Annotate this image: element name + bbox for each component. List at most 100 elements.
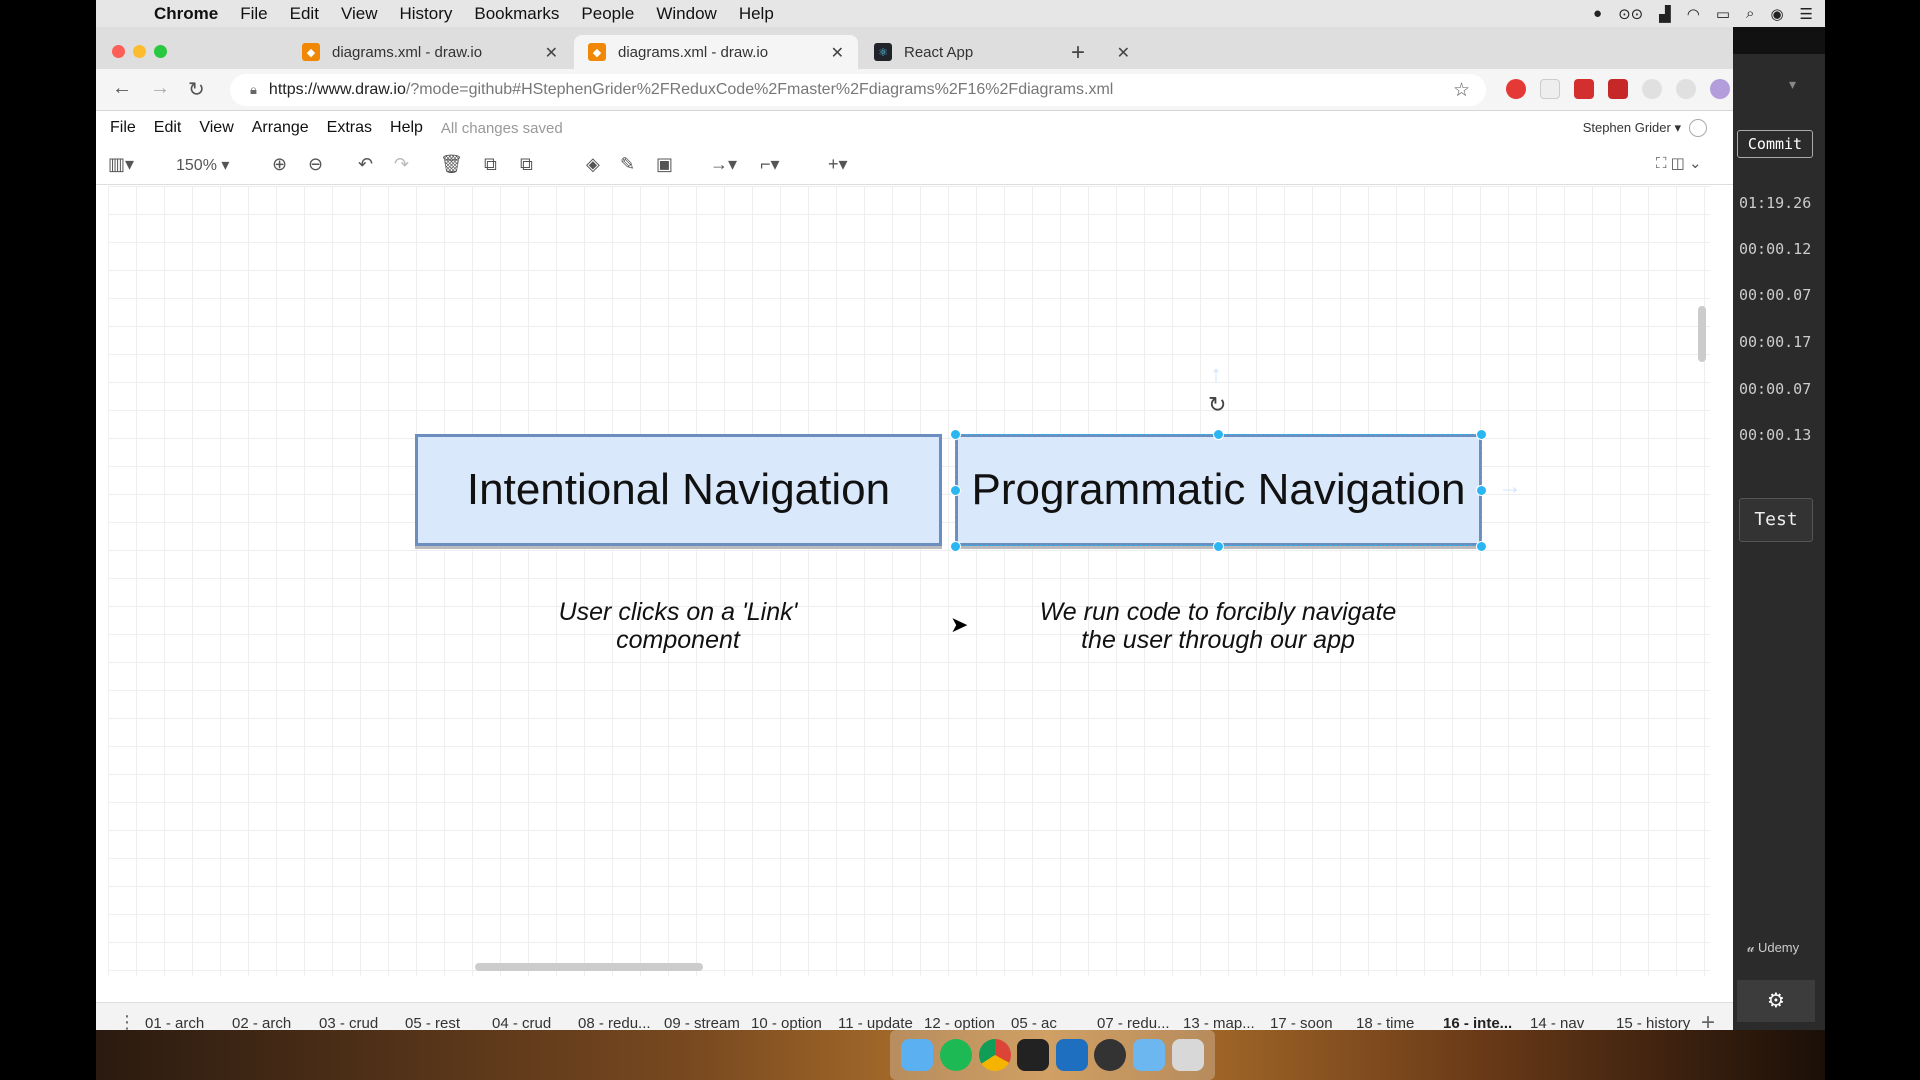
vertical-scrollbar[interactable]	[1698, 306, 1706, 362]
bookmark-star-icon[interactable]: ☆	[1453, 79, 1470, 102]
resize-handle[interactable]	[950, 485, 961, 496]
page-tab[interactable]: 17 - soon	[1270, 1015, 1333, 1030]
page-tab-active[interactable]: 16 - inte...	[1443, 1015, 1512, 1030]
rotate-handle-icon[interactable]: ↻	[1208, 392, 1226, 418]
resize-handle[interactable]	[1476, 429, 1487, 440]
settings-gear-icon[interactable]: ⚙	[1737, 980, 1815, 1022]
minimize-window-button[interactable]	[133, 45, 146, 58]
to-front-icon[interactable]: ⧉	[484, 154, 497, 175]
zoom-out-icon[interactable]: ⊖	[308, 154, 323, 175]
page-tab[interactable]: 04 - crud	[492, 1015, 551, 1030]
back-arrow-icon[interactable]: ←	[112, 77, 132, 100]
zoom-select[interactable]: 150% ▾	[176, 155, 229, 175]
page-tab[interactable]: 18 - time	[1356, 1015, 1414, 1030]
connect-arrow-right-icon[interactable]: →	[1498, 473, 1522, 501]
vscode-icon[interactable]	[1055, 1039, 1088, 1071]
shadow-icon[interactable]: ▣	[656, 154, 673, 175]
tab-react-app[interactable]: ⚛ React App ✕	[860, 35, 1144, 69]
page-tab[interactable]: 11 - update	[838, 1015, 913, 1030]
wifi-icon[interactable]: ◠	[1687, 5, 1700, 23]
finder-icon[interactable]	[901, 1039, 934, 1071]
language-globe-icon[interactable]	[1689, 119, 1707, 137]
page-tab[interactable]: 12 - option	[924, 1015, 995, 1030]
close-window-button[interactable]	[112, 45, 125, 58]
tab-drawio-1[interactable]: ◆ diagrams.xml - draw.io ✕	[288, 35, 572, 69]
page-tab[interactable]: 03 - crud	[319, 1015, 378, 1030]
forward-arrow-icon[interactable]: →	[150, 77, 170, 100]
page-tab[interactable]: 14 - nav	[1530, 1015, 1584, 1030]
to-back-icon[interactable]: ⧉	[520, 154, 533, 175]
waypoints-icon[interactable]: ⌐▾	[760, 154, 780, 175]
tab-drawio-2[interactable]: ◆ diagrams.xml - draw.io ✕	[574, 35, 858, 69]
menu-people[interactable]: People	[581, 4, 634, 24]
resize-handle[interactable]	[950, 541, 961, 552]
extension-icon[interactable]	[1676, 79, 1696, 99]
box-intentional-navigation[interactable]: Intentional Navigation	[415, 434, 942, 546]
profile-avatar-icon[interactable]	[1710, 79, 1730, 99]
lock-icon[interactable]: 🔒︎	[250, 82, 257, 98]
drawio-menu-arrange[interactable]: Arrange	[252, 119, 309, 137]
commit-button[interactable]: Commit	[1737, 130, 1813, 158]
app-status-icon[interactable]: ●	[1593, 5, 1602, 22]
glasses-icon[interactable]: ⊙⊙	[1618, 5, 1643, 23]
resize-handle[interactable]	[1213, 541, 1224, 552]
drawio-menu-help[interactable]: Help	[390, 119, 423, 137]
fill-color-icon[interactable]: ◈	[586, 154, 600, 175]
resize-handle[interactable]	[1476, 485, 1487, 496]
folder-icon[interactable]	[1133, 1039, 1166, 1071]
opera-extension-icon[interactable]	[1506, 79, 1526, 99]
connect-arrow-up-icon[interactable]: ↑	[1210, 361, 1222, 389]
redo-icon[interactable]: ↷	[394, 154, 409, 175]
menu-chrome[interactable]: Chrome	[154, 4, 218, 24]
drawio-menu-file[interactable]: File	[110, 119, 136, 137]
close-icon[interactable]: ✕	[1117, 43, 1130, 63]
page-tab[interactable]: 02 - arch	[232, 1015, 291, 1030]
css-extension-icon[interactable]	[1540, 79, 1560, 99]
menu-bookmarks[interactable]: Bookmarks	[474, 4, 559, 24]
reload-icon[interactable]: ↻	[188, 77, 205, 102]
caption-intentional[interactable]: User clicks on a 'Link' component	[488, 598, 868, 654]
undo-icon[interactable]: ↶	[358, 154, 373, 175]
delete-icon[interactable]: 🗑︎	[440, 154, 463, 175]
chrome-icon[interactable]	[978, 1039, 1011, 1071]
zoom-in-icon[interactable]: ⊕	[272, 154, 287, 175]
ublock-extension-icon[interactable]	[1608, 79, 1628, 99]
page-tab[interactable]: 05 - ac	[1011, 1015, 1057, 1030]
pages-menu-icon[interactable]: ⋮	[118, 1012, 136, 1030]
page-tab[interactable]: 07 - redu...	[1097, 1015, 1170, 1030]
close-icon[interactable]: ✕	[545, 43, 558, 63]
drawio-menu-view[interactable]: View	[199, 119, 233, 137]
horizontal-scrollbar[interactable]	[475, 963, 703, 971]
drawio-menu-extras[interactable]: Extras	[327, 119, 372, 137]
trash-icon[interactable]	[1171, 1039, 1204, 1071]
resize-handle[interactable]	[950, 429, 961, 440]
new-tab-button[interactable]: +	[1071, 39, 1085, 67]
extension-icon[interactable]	[1642, 79, 1662, 99]
menu-edit[interactable]: Edit	[290, 4, 319, 24]
page-tab[interactable]: 08 - redu...	[578, 1015, 651, 1030]
connection-style-icon[interactable]: →▾	[710, 154, 737, 175]
caption-programmatic[interactable]: We run code to forcibly navigate the use…	[1008, 598, 1428, 654]
url-field[interactable]: 🔒︎ https://www.draw.io/?mode=github#HSte…	[230, 74, 1486, 106]
spotlight-icon[interactable]: ⌕	[1746, 5, 1754, 22]
page-tab[interactable]: 15 - history	[1616, 1015, 1690, 1030]
diagram-canvas[interactable]: Intentional Navigation Programmatic Navi…	[108, 186, 1710, 976]
close-icon[interactable]: ✕	[831, 43, 844, 63]
menu-view[interactable]: View	[341, 4, 378, 24]
menu-history[interactable]: History	[399, 4, 452, 24]
format-panel-toggle-icon[interactable]: ▥▾	[108, 154, 134, 175]
page-tab[interactable]: 01 - arch	[145, 1015, 204, 1030]
insert-plus-icon[interactable]: +▾	[828, 154, 848, 175]
page-tab[interactable]: 09 - stream	[664, 1015, 740, 1030]
obs-icon[interactable]	[1094, 1039, 1127, 1071]
menu-file[interactable]: File	[240, 4, 267, 24]
page-tab[interactable]: 05 - rest	[405, 1015, 460, 1030]
menu-window[interactable]: Window	[656, 4, 716, 24]
siri-icon[interactable]: ◉	[1770, 5, 1783, 23]
test-button[interactable]: Test	[1739, 498, 1813, 542]
line-color-icon[interactable]: ✎	[620, 154, 635, 175]
notification-center-icon[interactable]: ☰	[1800, 5, 1813, 23]
maximize-window-button[interactable]	[154, 45, 167, 58]
battery-icon[interactable]: ▭	[1716, 5, 1730, 23]
lastpass-extension-icon[interactable]	[1574, 79, 1594, 99]
